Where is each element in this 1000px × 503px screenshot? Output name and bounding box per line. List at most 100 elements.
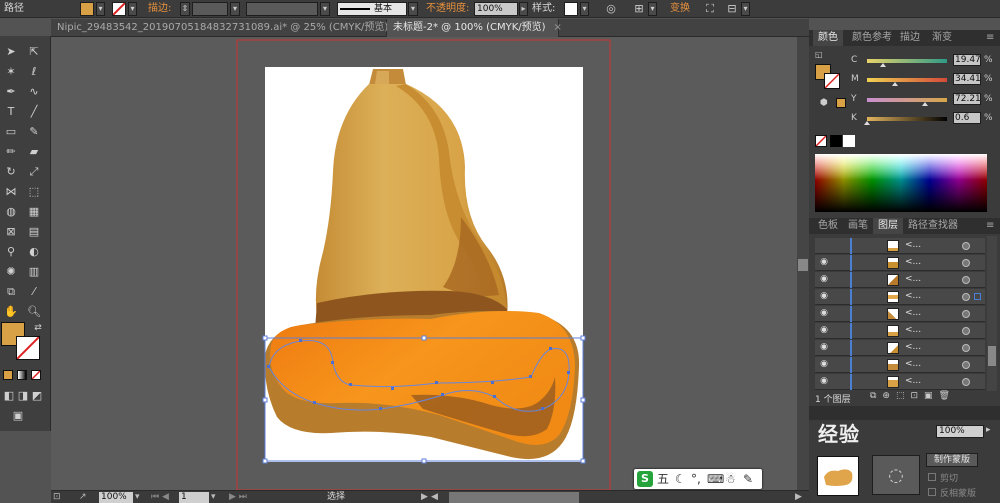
slice-tool-icon[interactable]: ⁄ [26,284,42,300]
sogou-logo-icon[interactable]: S [637,471,653,487]
layer-name[interactable]: <... [905,255,921,270]
scale-tool-icon[interactable]: ⤢ [26,164,42,180]
tab-gradient[interactable]: 渐变 [927,30,957,46]
visibility-eye-icon[interactable]: ◉ [819,308,829,318]
out-of-gamut-cube-icon[interactable]: ⬢ [820,98,830,108]
visibility-eye-icon[interactable]: ◉ [819,342,829,352]
open-in-bridge-icon[interactable]: ↗ [79,492,93,503]
shape-builder-tool-icon[interactable]: ◍ [3,204,19,220]
transparency-opacity-field[interactable]: 100% [936,425,984,438]
line-tool-icon[interactable]: ╱ [26,104,42,120]
vertical-scrollbar[interactable] [797,37,809,490]
mask-thumbnail-icon[interactable]: ◌ [872,455,920,495]
close-icon[interactable]: × [554,22,562,33]
slider-thumb[interactable] [891,82,898,86]
target-circle-icon[interactable] [962,259,970,267]
layer-name[interactable]: <... [905,238,921,253]
tab-untitled-2[interactable]: 未标题-2* @ 100% (CMYK/预览) × [387,19,562,37]
opacity-arrow-icon[interactable]: ▸ [986,425,996,438]
slider-track[interactable] [867,78,947,82]
perspective-grid-tool-icon[interactable]: ▦ [26,204,42,220]
slider-track[interactable] [867,98,947,102]
layer-name[interactable]: <... [905,374,921,389]
hscroll-left-icon[interactable]: ◀ [431,492,438,503]
pen-tool-icon[interactable]: ✒ [3,84,19,100]
layer-name[interactable]: <... [905,340,921,355]
target-circle-icon[interactable] [962,378,970,386]
make-mask-button[interactable]: 制作蒙版 [926,453,978,467]
target-circle-icon[interactable] [962,310,970,318]
slider-thumb[interactable] [864,121,871,125]
stroke-weight-field[interactable] [192,2,228,16]
selected-art-indicator[interactable] [974,293,981,300]
visibility-eye-icon[interactable]: ◉ [819,359,829,369]
gradient-tool-icon[interactable]: ▤ [26,224,42,240]
column-graph-tool-icon[interactable]: ▥ [26,264,42,280]
graphic-style-swatch[interactable] [564,2,578,16]
free-transform-tool-icon[interactable]: ⬚ [26,184,42,200]
layer-row[interactable]: ◉ <... [815,272,985,288]
tab-swatches[interactable]: 色板 [813,218,843,234]
layer-row[interactable]: ◉ <... [815,374,985,390]
blend-tool-icon[interactable]: ◐ [26,244,42,260]
tab-nipic-document[interactable]: Nipic_29483542_20190705184832731089.ai* … [51,19,405,37]
align-icon[interactable]: ⊞ [632,2,646,16]
slider-magenta[interactable]: M 34.41 % [851,73,997,86]
slider-cyan[interactable]: C 19.47 % [851,54,997,67]
slider-thumb[interactable] [921,102,928,106]
zoom-chevron-icon[interactable]: ▾ [135,492,145,503]
wrench-icon[interactable]: ✎ [743,471,753,487]
stroke-label[interactable]: 描边: [148,2,171,16]
ime-mode-label[interactable]: 五 [657,471,669,487]
none-mode-icon[interactable] [31,370,41,380]
type-tool-icon[interactable]: T [3,104,19,120]
tab-brushes[interactable]: 画笔 [843,218,873,234]
panel-menu-icon[interactable]: ≡ [981,30,999,46]
stroke-swatch[interactable] [112,2,126,16]
arrange-icon[interactable]: ⊟ [725,2,739,16]
fill-swatch[interactable] [80,2,94,16]
pencil-tool-icon[interactable]: ✏ [3,144,19,160]
visibility-eye-icon[interactable] [819,240,829,250]
visibility-eye-icon[interactable]: ◉ [819,291,829,301]
zoom-tool-icon[interactable]: 🔍︎ [26,304,42,320]
visibility-eye-icon[interactable]: ◉ [819,325,829,335]
target-circle-icon[interactable] [962,293,970,301]
status-arrow-icon[interactable]: ▶ [421,492,431,503]
isolate-icon[interactable]: ⛶ [703,2,717,16]
target-circle-icon[interactable] [962,242,970,250]
panel-menu-icon[interactable]: ≡ [981,218,999,234]
lasso-tool-icon[interactable]: ℓ [26,64,42,80]
stroke-dropdown-chevron-icon[interactable]: ▾ [128,2,137,16]
target-circle-icon[interactable] [962,361,970,369]
rotate-tool-icon[interactable]: ↻ [3,164,19,180]
paintbrush-tool-icon[interactable]: ✎ [26,124,42,140]
width-tool-icon[interactable]: ⋈ [3,184,19,200]
default-colors-icon[interactable]: ◱ [815,50,825,60]
rectangle-tool-icon[interactable]: ▭ [3,124,19,140]
next-last-artboard-icon[interactable]: ▶ ⏭ [229,492,265,503]
object-thumbnail[interactable] [817,456,859,496]
vertical-scroll-thumb[interactable] [798,259,808,271]
black-color-chip[interactable] [830,135,842,147]
color-panel-stroke-box[interactable] [824,73,840,89]
layers-footer-icons[interactable]: ⧉⊕⬚⊡▣🗑︎ [870,391,986,403]
eraser-tool-icon[interactable]: ▰ [26,144,42,160]
stroke-color-box[interactable] [16,336,40,360]
draw-inside-icon[interactable]: ◩ [29,388,45,404]
visibility-eye-icon[interactable]: ◉ [819,257,829,267]
style-chevron-icon[interactable]: ▾ [580,2,589,16]
artboard-chevron-icon[interactable]: ▾ [211,492,221,503]
layer-name[interactable]: <... [905,272,921,287]
in-gamut-color-chip[interactable] [836,98,846,108]
clip-checkbox[interactable] [928,473,936,481]
hand-tool-icon[interactable]: ✋ [3,304,19,320]
magic-wand-tool-icon[interactable]: ✶ [3,64,19,80]
layer-row[interactable]: ◉ <... [815,289,985,305]
channel-value-field[interactable]: 0.6 [953,112,981,124]
layers-scrollbar[interactable] [987,236,997,391]
symbol-sprayer-tool-icon[interactable]: ✺ [3,264,19,280]
skin-icon[interactable]: ☃ [725,471,736,487]
transform-link[interactable]: 变换 [670,2,690,16]
layers-scroll-thumb[interactable] [988,346,996,366]
